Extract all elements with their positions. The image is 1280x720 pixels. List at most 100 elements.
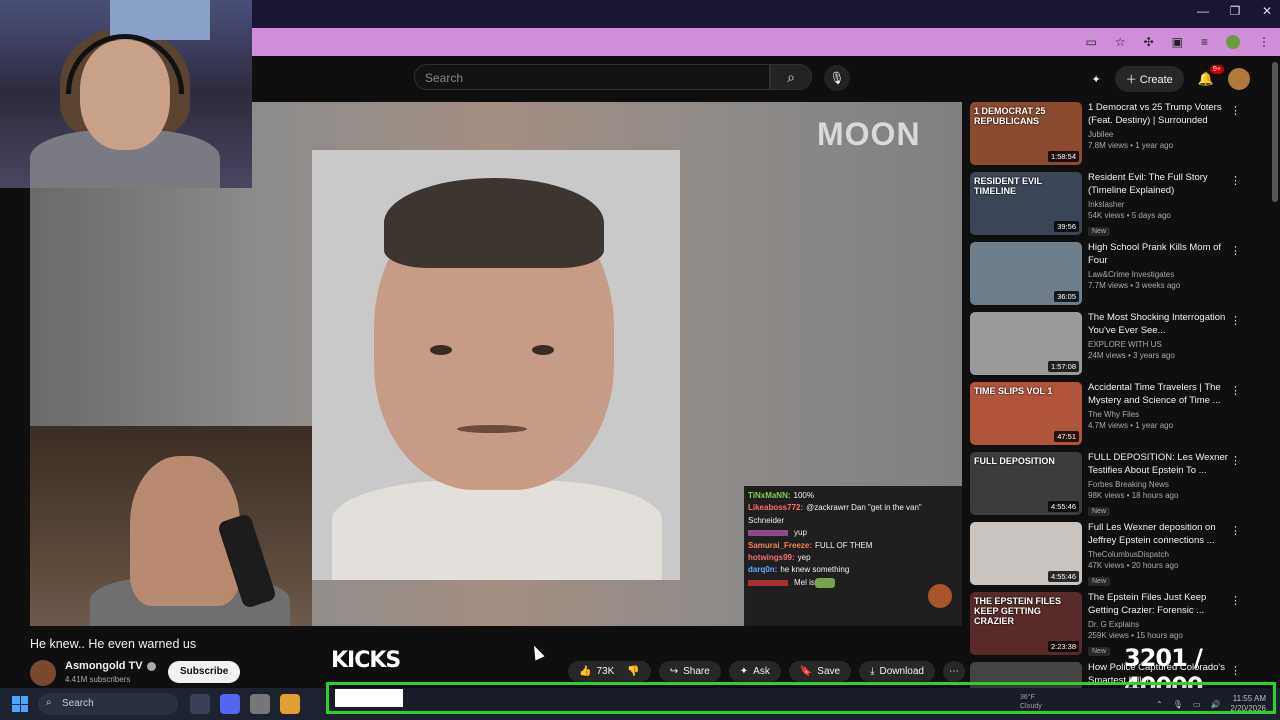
mugshot-eye-right xyxy=(532,345,554,355)
video-thumbnail[interactable]: THE EPSTEIN FILES KEEP GETTING CRAZIER 2:… xyxy=(970,592,1082,655)
cast-icon[interactable]: ✦ xyxy=(1092,73,1101,86)
ask-label: Ask xyxy=(753,666,770,677)
thumbnail-text: TIME SLIPS VOL 1 xyxy=(974,386,1053,396)
start-button[interactable] xyxy=(12,696,28,712)
recommended-video[interactable]: 1:57:08 The Most Shocking Interrogation Y… xyxy=(970,312,1270,380)
chat-username[interactable]: hotwings99: xyxy=(748,553,795,562)
kebab-menu-icon[interactable]: ⋮ xyxy=(1230,454,1241,467)
video-title[interactable]: The Most Shocking Interrogation You've E… xyxy=(1088,312,1238,338)
account-avatar[interactable] xyxy=(1228,68,1250,90)
download-button[interactable]: ⤓ Download xyxy=(859,661,935,682)
kebab-menu-icon[interactable]: ⋮ xyxy=(1230,104,1241,117)
recommended-video[interactable]: TIME SLIPS VOL 1 47:51 Accidental Time Tra… xyxy=(970,382,1270,450)
extensions-icon[interactable]: ✣ xyxy=(1144,35,1154,49)
task-view-icon[interactable] xyxy=(190,694,210,714)
screen: — ❐ ✕ ▭ ☆ ✣ ▣ ≡ ⋮ Search ⌕ 🎙 ✦ ＋ Create … xyxy=(0,0,1280,720)
kebab-menu-icon[interactable]: ⋮ xyxy=(1230,524,1241,537)
video-channel[interactable]: Law&Crime Investigates xyxy=(1088,270,1238,279)
video-channel[interactable]: EXPLORE WITH US xyxy=(1088,340,1238,349)
channel-name[interactable]: Asmongold TV xyxy=(65,660,156,672)
mouse-cursor xyxy=(529,643,545,661)
taskbar-search-label: Search xyxy=(62,698,94,709)
video-info: The Epstein Files Just Keep Getting Craz… xyxy=(1088,592,1238,658)
address-bar[interactable]: ▭ ☆ ✣ ▣ ≡ ⋮ xyxy=(250,28,1280,56)
chrome-icon[interactable] xyxy=(280,694,300,714)
taskbar-search[interactable]: ⌕ Search xyxy=(38,693,178,715)
video-thumbnail[interactable]: TIME SLIPS VOL 1 47:51 xyxy=(970,382,1082,445)
chat-text: he knew something xyxy=(780,565,850,575)
subscribe-button[interactable]: Subscribe xyxy=(168,661,241,683)
video-title[interactable]: Full Les Wexner deposition on Jeffrey Ep… xyxy=(1088,522,1238,548)
video-thumbnail[interactable]: RESIDENT EVIL TIMELINE 39:56 xyxy=(970,172,1082,235)
channel-avatar[interactable] xyxy=(30,660,56,686)
microphone-icon: 🎙 xyxy=(829,71,845,85)
video-title[interactable]: FULL DEPOSITION: Les Wexner Testifies Ab… xyxy=(1088,452,1238,478)
overlay-input-bar[interactable] xyxy=(326,682,1276,714)
kebab-menu-icon[interactable]: ⋮ xyxy=(1230,314,1241,327)
recommended-video[interactable]: RESIDENT EVIL TIMELINE 39:56 Resident Evil… xyxy=(970,172,1270,240)
recommended-video[interactable]: FULL DEPOSITION 4:55:46 FULL DEPOSITION: L… xyxy=(970,452,1270,520)
mugshot-mouth xyxy=(457,425,527,433)
chat-username[interactable]: Samurai_Freeze: xyxy=(748,541,812,550)
restore-button[interactable]: ❐ xyxy=(1228,4,1242,18)
video-title[interactable]: Resident Evil: The Full Story (Timeline … xyxy=(1088,172,1238,198)
search-input[interactable]: Search xyxy=(414,64,770,90)
menu-lines-icon[interactable]: ≡ xyxy=(1201,35,1208,49)
kebab-menu-icon[interactable]: ⋮ xyxy=(1230,174,1241,187)
overlay-input-field[interactable] xyxy=(335,689,403,707)
kebab-menu-icon[interactable]: ⋮ xyxy=(1230,594,1241,607)
video-title[interactable]: Accidental Time Travelers | The Mystery … xyxy=(1088,382,1238,408)
discord-icon[interactable] xyxy=(220,694,240,714)
chat-username[interactable]: darq0n: xyxy=(748,565,777,574)
video-channel[interactable]: Jubilee xyxy=(1088,130,1238,139)
search-button[interactable]: ⌕ xyxy=(770,64,812,90)
video-title[interactable]: High School Prank Kills Mom of Four xyxy=(1088,242,1238,268)
recommended-video[interactable]: 36:05 High School Prank Kills Mom of Four… xyxy=(970,242,1270,310)
youtube-header: Search ⌕ 🎙 ✦ ＋ Create 🔔 9+ xyxy=(250,56,1280,102)
minimize-button[interactable]: — xyxy=(1196,4,1210,18)
video-title[interactable]: The Epstein Files Just Keep Getting Craz… xyxy=(1088,592,1238,618)
close-button[interactable]: ✕ xyxy=(1260,4,1274,18)
video-thumbnail[interactable]: 36:05 xyxy=(970,242,1082,305)
more-actions-button[interactable]: ⋯ xyxy=(943,661,965,682)
video-channel[interactable]: Dr. G Explains xyxy=(1088,620,1238,629)
recommended-video[interactable]: 1 DEMOCRAT 25 REPUBLICANS 1:58:54 1 Democr… xyxy=(970,102,1270,170)
video-channel[interactable]: TheColumbusDispatch xyxy=(1088,550,1238,559)
app-icon[interactable] xyxy=(250,694,270,714)
video-channel[interactable]: Inkslasher xyxy=(1088,200,1238,209)
chat-username[interactable]: Likeaboss772: xyxy=(748,503,803,512)
sidebar-icon[interactable]: ▣ xyxy=(1172,35,1183,49)
kebab-menu-icon[interactable]: ⋮ xyxy=(1230,244,1241,257)
kebab-menu-icon[interactable]: ⋮ xyxy=(1230,664,1241,677)
ask-button[interactable]: ✦ Ask xyxy=(728,661,781,682)
page-scrollbar[interactable] xyxy=(1272,62,1278,202)
video-channel[interactable]: The Why Files xyxy=(1088,410,1238,419)
video-thumbnail[interactable]: FULL DEPOSITION 4:55:46 xyxy=(970,452,1082,515)
video-thumbnail[interactable]: 1:57:08 xyxy=(970,312,1082,375)
chat-message: yup xyxy=(748,527,958,539)
chat-message: darq0n: he knew something xyxy=(748,564,958,576)
kebab-menu-icon[interactable]: ⋮ xyxy=(1230,384,1241,397)
recommendations-sidebar: 1 DEMOCRAT 25 REPUBLICANS 1:58:54 1 Democr… xyxy=(970,102,1270,692)
like-button[interactable]: 👍 73K 👎 xyxy=(568,661,651,682)
notifications-button[interactable]: 🔔 9+ xyxy=(1198,65,1224,87)
video-thumbnail[interactable]: 4:55:46 xyxy=(970,522,1082,585)
recommended-video[interactable]: 4:55:46 Full Les Wexner deposition on Jef… xyxy=(970,522,1270,590)
save-button[interactable]: 🔖 Save xyxy=(788,661,852,682)
chat-username[interactable]: TiNxMaNN: xyxy=(748,491,791,500)
video-thumbnail[interactable]: 1 DEMOCRAT 25 REPUBLICANS 1:58:54 xyxy=(970,102,1082,165)
create-button[interactable]: ＋ Create xyxy=(1114,66,1184,92)
video-title[interactable]: 1 Democrat vs 25 Trump Voters (Feat. Des… xyxy=(1088,102,1238,128)
dislike-icon[interactable]: 👎 xyxy=(627,666,639,677)
install-icon[interactable]: ▭ xyxy=(1085,35,1096,49)
share-button[interactable]: ↪ Share xyxy=(658,661,721,682)
profile-avatar[interactable] xyxy=(1226,35,1240,49)
new-badge: New xyxy=(1088,226,1111,236)
recommended-video[interactable]: THE EPSTEIN FILES KEEP GETTING CRAZIER 2:… xyxy=(970,592,1270,660)
video-meta: 98K views • 18 hours ago xyxy=(1088,490,1179,500)
voice-search-button[interactable]: 🎙 xyxy=(824,65,850,91)
new-badge: New xyxy=(1088,576,1111,586)
browser-menu-icon[interactable]: ⋮ xyxy=(1258,35,1270,49)
video-channel[interactable]: Forbes Breaking News xyxy=(1088,480,1238,489)
bookmark-star-icon[interactable]: ☆ xyxy=(1115,35,1126,49)
